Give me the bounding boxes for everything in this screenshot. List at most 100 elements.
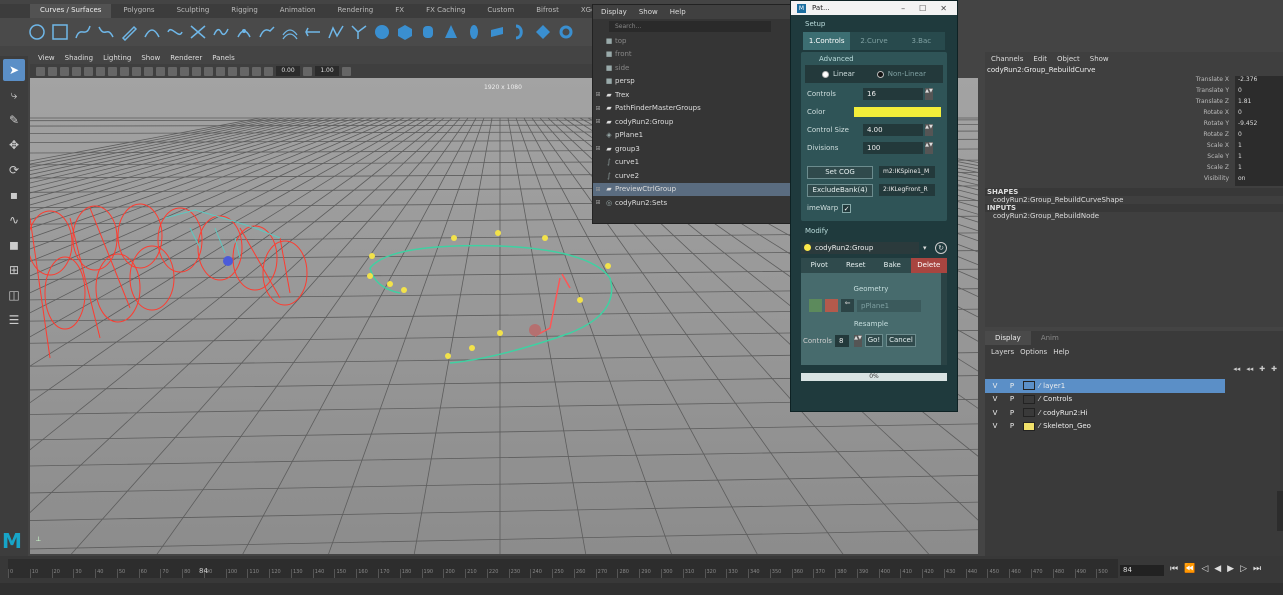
channel-attr-value[interactable]: 1.81 [1235,98,1283,109]
layer-row[interactable]: V P ⁄ Controls [985,393,1283,407]
shelf-tab-1[interactable]: Polygons [113,4,164,18]
viewport-menu-item[interactable]: Panels [212,52,235,64]
minimize-icon[interactable]: – [901,4,905,13]
shelf-tab-6[interactable]: FX [385,4,414,18]
playback-toggle[interactable]: P [1005,395,1019,403]
outliner-item[interactable]: ■ front [593,48,791,62]
cone-icon[interactable] [442,23,460,41]
lasso-tool-icon[interactable]: ⤷ [3,84,25,106]
viewport-menu-item[interactable]: Renderer [170,52,202,64]
arc-icon[interactable] [143,23,161,41]
tool-tab-1[interactable]: 2.Curve [850,32,898,50]
ep-curve-icon[interactable] [97,23,115,41]
pick-geo-icon[interactable]: ⇐ [841,299,854,312]
isolate-select-icon[interactable] [228,66,237,76]
channel-attr-value[interactable]: -2.376 [1235,76,1283,87]
layer-menu-item[interactable]: Layers [991,345,1014,359]
viewport-menu-item[interactable]: View [38,52,55,64]
outliner-view-icon[interactable]: ☰ [3,309,25,331]
channel-attr-row[interactable]: Translate Z 1.81 [985,98,1283,109]
layer-color-swatch[interactable] [1023,394,1035,404]
outliner-menu-item[interactable]: Help [670,5,686,19]
smooth-shade-icon[interactable] [168,66,177,76]
layer-tab-1[interactable]: Anim [1031,331,1069,345]
outliner-item[interactable]: ◈ pPlane1 [593,129,791,143]
visibility-toggle[interactable]: V [985,382,1005,390]
outliner-menu-item[interactable]: Display [601,5,627,19]
set-cog-button[interactable]: Set COG [807,165,873,179]
window-titlebar[interactable]: M Pat... – ☐ ✕ [791,1,957,15]
extend-curve-icon[interactable] [258,23,276,41]
visibility-toggle[interactable]: V [985,395,1005,403]
input-node[interactable]: codyRun2:Group_RebuildNode [985,212,1283,220]
shelf-tab-0[interactable]: Curves / Surfaces [30,4,112,18]
color-swatch[interactable] [853,107,941,117]
paint-select-icon[interactable]: ✎ [3,109,25,131]
two-view-icon[interactable]: ◫ [3,284,25,306]
channel-attr-row[interactable]: Rotate X 0 [985,109,1283,120]
move-layer-down-icon[interactable]: ◂◂ [1246,365,1253,373]
layer-color-swatch[interactable] [1023,381,1035,391]
expand-icon[interactable]: ⊞ [593,105,603,112]
outliner-item[interactable]: ■ top [593,34,791,48]
gamma-field[interactable]: 1.00 [315,66,339,76]
playback-toggle[interactable]: P [1005,422,1019,430]
expand-icon[interactable]: ⊞ [593,118,603,125]
step-forward-frame-icon[interactable]: ▷ [1240,564,1247,574]
outliner-item[interactable]: ∫ curve2 [593,169,791,183]
layer-row[interactable]: V P ⁄ codyRun2:Hi [985,406,1283,420]
shelf-tab-8[interactable]: Custom [477,4,524,18]
outliner-item[interactable]: ■ persp [593,75,791,89]
color-management-icon[interactable] [342,66,351,76]
gamma-icon[interactable] [303,66,312,76]
cancel-button[interactable]: Cancel [885,334,916,347]
torus-icon[interactable] [465,23,483,41]
expand-icon[interactable]: ⊞ [593,186,603,193]
channel-attr-row[interactable]: Scale Z 1 [985,164,1283,175]
geometry-field[interactable]: pPlane1 [857,299,921,312]
channel-attr-row[interactable]: Scale X 1 [985,142,1283,153]
insert-knot-icon[interactable] [235,23,253,41]
wireframe-icon[interactable] [156,66,165,76]
loft-icon[interactable] [534,23,552,41]
delete-button[interactable]: Delete [910,258,947,273]
add-geo-icon[interactable] [809,299,822,312]
refresh-icon[interactable]: ↻ [935,241,947,254]
expand-icon[interactable]: ⊞ [593,199,603,206]
reset-button[interactable]: Reset [837,258,874,273]
outliner-menu-item[interactable]: Show [639,5,658,19]
tool-scrollbar[interactable] [941,273,947,365]
gate-mask-icon[interactable] [108,66,117,76]
outliner-item[interactable]: ⊞ ▰ codyRun2:Group [593,115,791,129]
maximize-icon[interactable]: ☐ [919,4,926,13]
viewport-menu-item[interactable]: Show [141,52,160,64]
go-button[interactable]: Go! [864,334,883,347]
outliner-search[interactable]: Search... [609,21,771,32]
cylinder-icon[interactable] [419,23,437,41]
range-slider[interactable] [0,583,1283,595]
rebuild-curve-icon[interactable] [327,23,345,41]
step-back-key-icon[interactable]: ⏪ [1184,564,1195,574]
expand-icon[interactable]: ⊞ [593,145,603,152]
safe-title-icon[interactable] [144,66,153,76]
shelf-tab-3[interactable]: Rigging [221,4,268,18]
visibility-toggle[interactable]: V [985,422,1005,430]
xray-icon[interactable] [240,66,249,76]
layer-menu-item[interactable]: Options [1020,345,1047,359]
exclude-bank-button[interactable]: ExcludeBank(4) [807,183,873,197]
linear-radio[interactable]: Linear [821,70,855,78]
viewport-menu-item[interactable]: Shading [65,52,93,64]
divisions-spinner[interactable]: ▲▼ [925,142,933,154]
camera-attrs-icon[interactable] [36,66,45,76]
channel-attr-row[interactable]: Translate X -2.376 [985,76,1283,87]
bake-button[interactable]: Bake [874,258,911,273]
circle-curve-icon[interactable] [28,23,46,41]
layer-row[interactable]: V P ⁄ Skeleton_Geo [985,420,1283,434]
playback-toggle[interactable]: P [1005,409,1019,417]
controls-field[interactable]: 16 [863,88,923,100]
film-gate-icon[interactable] [84,66,93,76]
sphere-icon[interactable] [373,23,391,41]
tool-tab-0[interactable]: 1.Controls [803,32,851,50]
revolve-icon[interactable] [511,23,529,41]
layer-tab-0[interactable]: Display [985,331,1031,345]
